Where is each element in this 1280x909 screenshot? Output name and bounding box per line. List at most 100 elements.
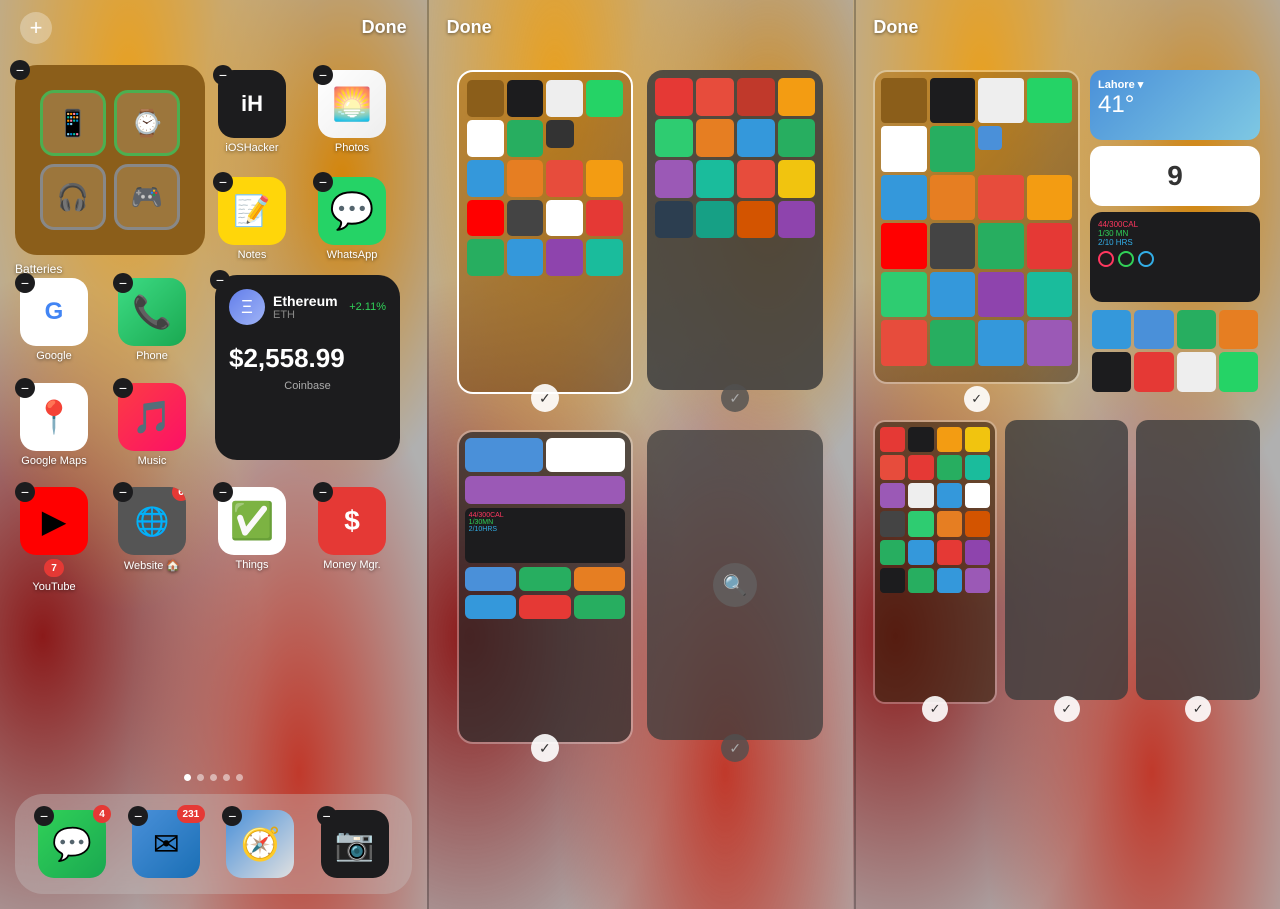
remove-youtube[interactable] <box>15 482 35 502</box>
dot-3[interactable] <box>210 774 217 781</box>
ioshacker-label: iOSHacker <box>225 142 278 154</box>
remove-batteries-button[interactable] <box>10 60 30 80</box>
page-thumb-4[interactable]: 🔍 ✓ <box>647 430 823 744</box>
app-things[interactable]: ✅ Things <box>218 487 286 571</box>
done-button-2[interactable]: Done <box>447 17 492 38</box>
app-photos[interactable]: 🌅 Photos <box>318 70 386 154</box>
remove-phone[interactable] <box>113 273 133 293</box>
page-thumb-1[interactable]: ✓ <box>457 70 633 394</box>
remove-coinbase[interactable] <box>210 270 230 290</box>
dock: 💬 4 ✉ 231 🧭 📷 <box>15 794 412 894</box>
eth-logo: Ξ <box>229 289 265 325</box>
dock-safari[interactable]: 🧭 <box>226 810 294 878</box>
music-label: Music <box>138 455 167 467</box>
check-4[interactable]: ✓ <box>721 734 749 762</box>
widget-side-panel: Lahore ▾ 41° 9 44/300CAL 1/30 MN 2/10 HR… <box>1090 70 1260 394</box>
picker-row-2: ✓ ✓ ✓ <box>873 420 1260 704</box>
page-dots <box>0 774 427 781</box>
remove-website[interactable] <box>113 482 133 502</box>
batteries-widget: 📱 ⌚ 🎧 🎮 <box>15 65 205 255</box>
remove-camera[interactable] <box>317 806 337 826</box>
money-label: Money Mgr. <box>323 559 380 571</box>
app-music[interactable]: 🎵 Music <box>118 383 186 467</box>
small-thumb-c[interactable]: ✓ <box>1136 420 1260 704</box>
large-thumb-1[interactable]: ✓ <box>873 70 1080 394</box>
remove-photos[interactable] <box>313 65 333 85</box>
notes-label: Notes <box>238 249 267 261</box>
dot-5[interactable] <box>236 774 243 781</box>
small-thumb-a[interactable]: ✓ <box>873 420 997 704</box>
divider-1 <box>427 0 429 909</box>
app-phone[interactable]: 📞 Phone <box>118 278 186 362</box>
remove-googlemaps[interactable] <box>15 378 35 398</box>
things-label: Things <box>235 559 268 571</box>
googlemaps-label: Google Maps <box>21 455 86 467</box>
dock-messages[interactable]: 💬 4 <box>38 810 106 878</box>
fitness-widget-mini: 44/300CAL 1/30 MN 2/10 HRS <box>1090 212 1260 302</box>
website-label: Website 🏠 <box>124 559 180 572</box>
app-whatsapp[interactable]: 💬 WhatsApp <box>318 177 386 261</box>
coinbase-widget: Ξ Ethereum ETH +2.11% $2,558.99 Coinbase <box>215 275 400 460</box>
small-thumb-b[interactable]: ✓ <box>1005 420 1129 704</box>
youtube-label: YouTube <box>32 581 75 593</box>
app-googlemaps[interactable]: 📍 Google Maps <box>20 383 88 467</box>
weather-widget-mini: Lahore ▾ 41° <box>1090 70 1260 140</box>
apps-row-mini <box>1090 308 1260 394</box>
whatsapp-label: WhatsApp <box>327 249 378 261</box>
phone-label: Phone <box>136 350 168 362</box>
app-google[interactable]: G Google <box>20 278 88 362</box>
coin-price: $2,558.99 <box>229 343 386 374</box>
check-1[interactable]: ✓ <box>531 384 559 412</box>
remove-messages[interactable] <box>34 806 54 826</box>
dot-1[interactable] <box>184 774 191 781</box>
app-website[interactable]: 🌐 6 Website 🏠 <box>118 487 186 572</box>
coin-symbol: ETH <box>273 309 338 321</box>
done-button-3[interactable]: Done <box>873 17 918 38</box>
divider-2 <box>854 0 856 909</box>
check-s3-c[interactable]: ✓ <box>1185 696 1211 722</box>
top-bar-2: Done <box>427 0 854 55</box>
coinbase-label: Coinbase <box>229 380 386 392</box>
dock-mail[interactable]: ✉ 231 <box>132 810 200 878</box>
dot-4[interactable] <box>223 774 230 781</box>
remove-whatsapp[interactable] <box>313 172 333 192</box>
battery-icon-1: 📱 <box>40 90 106 156</box>
top-bar-3: Done <box>853 0 1280 55</box>
add-widget-button[interactable]: + <box>20 12 52 44</box>
website-badge: 6 <box>172 487 186 501</box>
remove-money[interactable] <box>313 482 333 502</box>
check-s3-a[interactable]: ✓ <box>922 696 948 722</box>
app-youtube[interactable]: ▶ 7 YouTube <box>20 487 88 593</box>
search-icon-thumb: 🔍 <box>713 563 757 607</box>
dock-camera[interactable]: 📷 <box>321 810 389 878</box>
battery-icon-2: ⌚ <box>114 90 180 156</box>
page-picker-row2: 44/300CAL 1/30MN 2/10HRS <box>457 430 824 744</box>
remove-ioshacker[interactable] <box>213 65 233 85</box>
remove-notes[interactable] <box>213 172 233 192</box>
remove-music[interactable] <box>113 378 133 398</box>
calendar-widget-mini: 9 <box>1090 146 1260 206</box>
check-3[interactable]: ✓ <box>531 734 559 762</box>
app-money[interactable]: $ Money Mgr. <box>318 487 386 571</box>
top-bar: + Done <box>0 0 427 55</box>
google-label: Google <box>36 350 71 362</box>
page-thumb-2[interactable]: ✓ <box>647 70 823 394</box>
done-button-1[interactable]: Done <box>362 17 407 38</box>
app-ioshacker[interactable]: iH iOSHacker <box>218 70 286 154</box>
check-2[interactable]: ✓ <box>721 384 749 412</box>
app-notes[interactable]: 📝 Notes <box>218 177 286 261</box>
screen-page-picker: Done <box>427 0 854 909</box>
battery-icon-4: 🎮 <box>114 164 180 230</box>
check-s3-1[interactable]: ✓ <box>964 386 990 412</box>
page-thumb-3[interactable]: 44/300CAL 1/30MN 2/10HRS <box>457 430 633 744</box>
check-s3-b[interactable]: ✓ <box>1054 696 1080 722</box>
picker-row-1: ✓ Lahore ▾ 41° 9 44/300CAL 1/30 MN 2/10 … <box>873 70 1260 394</box>
dot-2[interactable] <box>197 774 204 781</box>
youtube-badge: 7 <box>44 559 64 577</box>
mail-badge: 231 <box>177 805 206 823</box>
remove-things[interactable] <box>213 482 233 502</box>
remove-google[interactable] <box>15 273 35 293</box>
page-picker-row1: ✓ <box>457 70 824 394</box>
battery-icon-3: 🎧 <box>40 164 106 230</box>
coin-change: +2.11% <box>349 301 386 313</box>
